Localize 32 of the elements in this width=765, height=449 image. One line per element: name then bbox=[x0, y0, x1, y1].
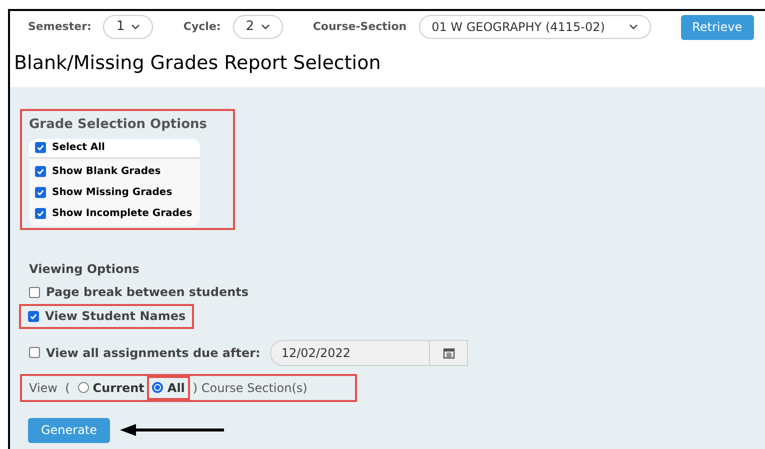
radio-option[interactable]: All bbox=[151, 378, 186, 396]
checkbox-row[interactable]: Page break between students bbox=[29, 283, 248, 301]
dropdown[interactable]: 01 W GEOGRAPHY (4115-02) bbox=[418, 15, 651, 39]
checkbox-row[interactable]: Show Blank Grades bbox=[29, 160, 200, 182]
chevron-down-icon bbox=[260, 24, 270, 30]
checkbox[interactable] bbox=[35, 142, 46, 153]
page-title: Blank/Missing Grades Report Selection bbox=[13, 51, 382, 76]
dropdown[interactable]: 2 bbox=[232, 15, 283, 39]
checkbox[interactable] bbox=[35, 166, 46, 176]
radio-button[interactable] bbox=[152, 382, 164, 393]
checkbox-row[interactable]: View Student Names bbox=[28, 307, 186, 325]
view-label: ) Course Section(s) bbox=[192, 380, 308, 396]
checkbox-row[interactable]: Show Missing Grades bbox=[29, 182, 200, 202]
radio-button[interactable] bbox=[78, 382, 89, 393]
checkbox[interactable] bbox=[35, 186, 46, 198]
section-heading: Viewing Options bbox=[29, 260, 140, 278]
date-field[interactable]: 12/02/2022 bbox=[270, 340, 468, 366]
checkbox-row[interactable]: View all assignments due after: bbox=[29, 344, 260, 362]
field-label: Semester: bbox=[28, 18, 92, 35]
chevron-down-icon bbox=[628, 24, 638, 30]
checkbox[interactable] bbox=[35, 208, 46, 218]
checkbox-row[interactable]: Show Incomplete Grades bbox=[29, 202, 200, 224]
view-label: View ( bbox=[29, 380, 70, 396]
section-heading: Grade Selection Options bbox=[29, 116, 207, 134]
dropdown[interactable]: 1 bbox=[103, 15, 154, 39]
checkbox[interactable] bbox=[28, 310, 39, 322]
field-label: Cycle: bbox=[183, 18, 221, 35]
chevron-down-icon bbox=[131, 24, 140, 30]
field-label: Course-Section bbox=[312, 18, 407, 35]
radio-option[interactable]: Current bbox=[76, 378, 146, 396]
checkbox[interactable] bbox=[29, 347, 40, 358]
checkbox[interactable] bbox=[29, 286, 40, 298]
